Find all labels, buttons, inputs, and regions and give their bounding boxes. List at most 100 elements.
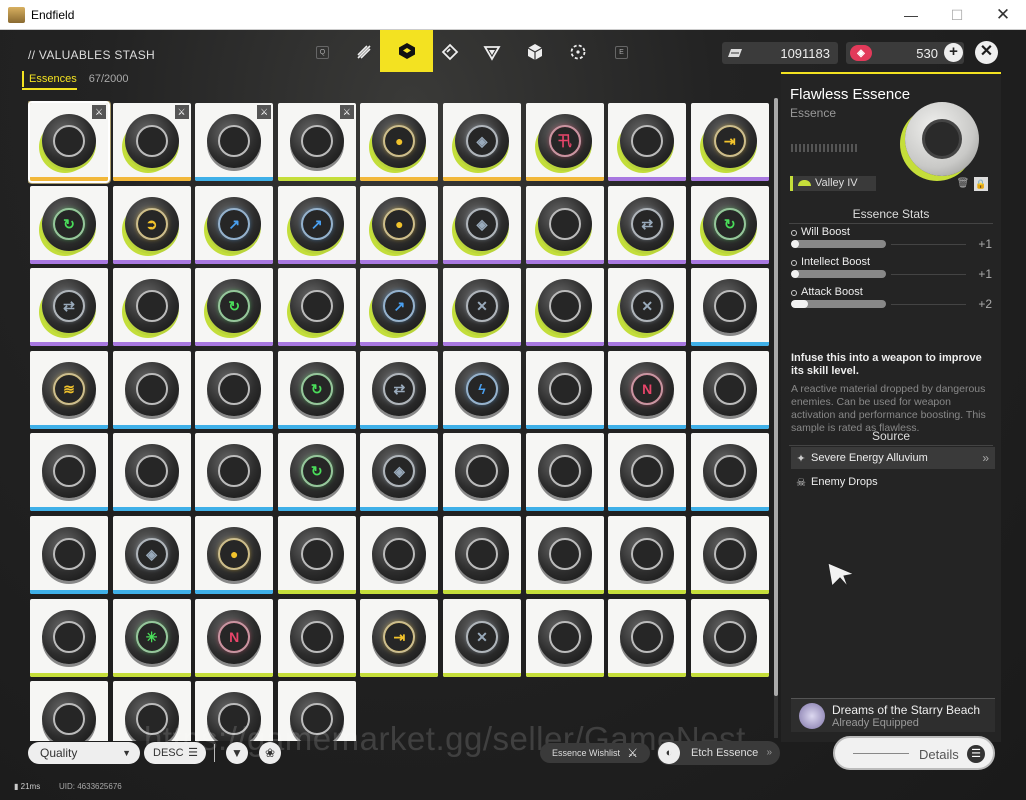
essence-tile[interactable]: 卂 [525,103,604,181]
essence-tile[interactable]: ↗ [360,268,439,347]
essence-tile[interactable] [277,598,356,677]
essence-tile[interactable]: ↻ [277,433,356,512]
rarity-stripe [690,259,769,264]
essence-tile[interactable] [690,268,769,347]
essence-tile[interactable]: ⇄ [608,185,687,264]
essence-wishlist-button[interactable]: Essence Wishlist ⚔ [540,743,650,763]
essence-tile[interactable] [195,350,274,429]
essence-tile[interactable]: N [195,598,274,677]
rarity-stripe [525,590,604,594]
maximize-button[interactable]: ☐ [934,0,980,30]
essence-tile[interactable] [112,268,191,347]
essence-tile[interactable]: ● [360,185,439,264]
tab-crates[interactable] [515,34,555,70]
minimize-button[interactable]: — [888,0,934,30]
attribute-filter-button[interactable]: ❀ [259,742,281,764]
source-row-enemy[interactable]: ☠ Enemy Drops [791,471,995,493]
tab-gems[interactable] [472,34,512,70]
essence-tile[interactable]: ✕ [443,598,521,677]
essence-tile[interactable]: ↗ [195,185,274,264]
essence-tile[interactable]: ✳ [112,598,191,677]
essence-tile[interactable]: ↻ [30,185,108,264]
tab-materials[interactable] [430,34,470,70]
details-button[interactable]: Details ☰ [833,736,995,770]
essence-tile[interactable] [608,598,687,677]
essence-orb-icon [289,114,344,168]
essence-tile[interactable]: ◈ [360,433,439,512]
essence-tile[interactable] [112,433,191,512]
discard-icon[interactable]: 🗑 [956,177,970,191]
essence-tile[interactable] [608,103,687,181]
essence-tile[interactable]: ≋ [30,350,108,429]
tab-weapon-mods[interactable] [344,34,384,70]
essence-tile[interactable]: ⚔ [195,103,274,181]
essence-tile[interactable]: ⚔ [28,101,110,183]
essence-tile[interactable] [443,516,521,594]
essence-orb-icon: ➲ [124,196,179,251]
essence-tile[interactable] [608,516,687,594]
add-currency-button[interactable]: + [944,43,963,62]
equipped-weapon[interactable]: Dreams of the Starry Beach Already Equip… [791,698,995,732]
essence-tile[interactable] [690,516,769,594]
essence-tile[interactable] [360,516,439,594]
essence-tile[interactable]: ⇥ [360,598,439,677]
grid-scrollbar[interactable] [774,98,778,738]
essence-tile[interactable]: ↻ [195,268,274,347]
essence-tile[interactable]: ◈ [112,516,191,594]
essence-tile[interactable]: ⇄ [30,268,108,347]
essence-tile[interactable]: ϟ [443,350,521,429]
weapon-icon [799,703,825,729]
essence-tile[interactable]: ⇥ [690,103,769,181]
close-window-button[interactable]: ✕ [980,0,1026,30]
essence-tile[interactable] [690,350,769,429]
essence-tile[interactable] [195,433,274,512]
sort-order-button[interactable]: DESC ☰ [144,742,206,764]
essence-tile[interactable] [690,598,769,677]
essence-tile[interactable]: ⚔ [277,103,356,181]
rarity-stripe [195,507,274,512]
essence-tile[interactable]: ⇄ [360,350,439,429]
sort-dropdown[interactable]: Quality ▼ [28,742,140,764]
rarity-stripe [360,259,439,264]
essence-tile[interactable]: ◈ [443,185,521,264]
tab-essences[interactable] [380,30,433,72]
essence-tile[interactable]: ↻ [690,185,769,264]
essence-tile[interactable] [525,268,604,347]
essence-tile[interactable] [30,433,108,512]
essence-tile[interactable]: ● [195,516,274,594]
essence-tile[interactable]: ✕ [443,268,521,347]
essence-tile[interactable] [525,598,604,677]
essence-tile[interactable] [277,268,356,347]
filter-button[interactable]: ▼ [226,742,248,764]
essence-tile[interactable] [277,516,356,594]
essence-tile[interactable] [30,681,108,741]
essence-tile[interactable] [608,433,687,512]
essence-tile[interactable] [525,185,604,264]
essence-tile[interactable] [525,516,604,594]
essence-tile[interactable]: ⚔ [112,103,191,181]
essence-tile[interactable] [30,516,108,594]
essence-tile[interactable]: ◈ [443,103,521,181]
essence-tile[interactable]: ✕ [608,268,687,347]
essence-orb-icon [620,444,675,499]
subtab-essences[interactable]: Essences 67/2000 [22,71,128,87]
essence-tile[interactable]: ● [360,103,439,181]
tab-misc[interactable] [558,34,598,70]
essence-tile[interactable] [30,598,108,677]
essence-tile[interactable] [112,350,191,429]
essence-tile[interactable] [525,350,604,429]
close-stash-button[interactable]: ✕ [975,41,998,64]
essence-tile[interactable]: ↻ [277,350,356,429]
scrollbar-thumb[interactable] [774,98,778,696]
essence-tile[interactable] [525,433,604,512]
stat-row: Attack Boost +2 [791,286,996,314]
essence-tile[interactable]: ➲ [112,185,191,264]
essence-tile[interactable] [690,433,769,512]
essence-tile[interactable] [443,433,521,512]
essence-tile[interactable]: N [608,350,687,429]
source-row-alluvium[interactable]: ✦ Severe Energy Alluvium » [791,447,995,469]
essence-orb-icon: ✕ [455,609,509,664]
lock-icon[interactable]: 🔒 [974,177,988,191]
etch-essence-button[interactable]: ◐ Etch Essence » [657,741,780,765]
essence-tile[interactable]: ↗ [277,185,356,264]
